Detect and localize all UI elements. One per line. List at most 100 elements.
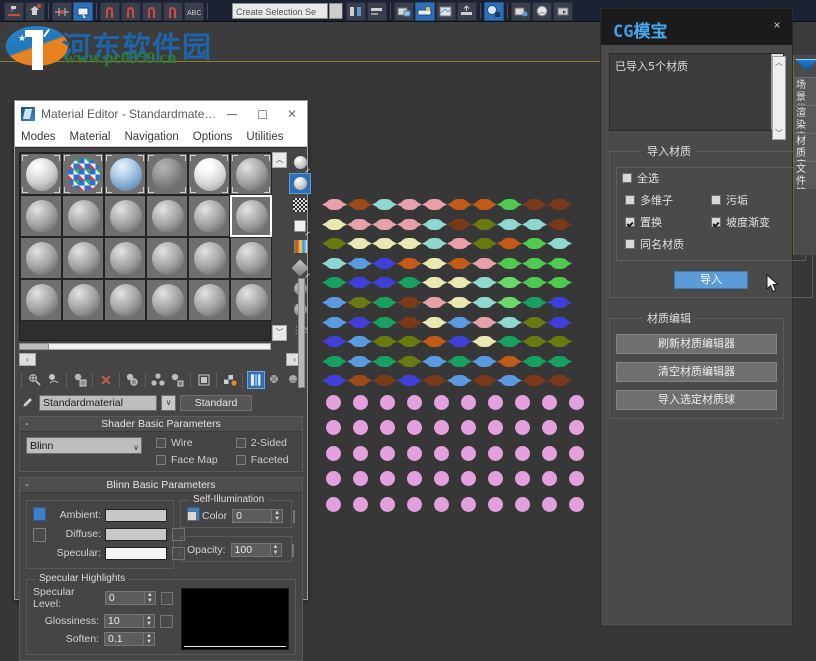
viewport-sphere-object[interactable] <box>515 396 532 409</box>
viewport-spiky-object[interactable] <box>401 276 418 289</box>
command-panel-scrollbar[interactable]: ︿ ﹀ <box>772 56 786 140</box>
sample-slot[interactable] <box>20 279 62 321</box>
viewport-spiky-object[interactable] <box>451 335 468 348</box>
viewport-sphere-object[interactable] <box>353 396 370 409</box>
viewport-spiky-object[interactable] <box>526 355 543 368</box>
viewport-spiky-object[interactable] <box>551 355 568 368</box>
checkbox-multi-sub-object[interactable]: 多维子 <box>625 192 711 208</box>
viewport-spiky-object[interactable] <box>376 374 393 387</box>
refresh-material-editor-button[interactable]: 刷新材质编辑器 <box>616 334 777 354</box>
sample-type-sphere-icon[interactable] <box>289 152 311 173</box>
material-type-button[interactable]: Standard <box>180 395 252 411</box>
collapse-icon[interactable]: - <box>20 479 34 491</box>
viewport-sphere-object[interactable] <box>434 498 451 511</box>
viewport-sphere-object[interactable] <box>461 396 478 409</box>
put-to-scene-icon[interactable] <box>45 371 62 389</box>
viewport-spiky-object[interactable] <box>526 316 543 329</box>
assign-to-selection-icon[interactable] <box>71 371 88 389</box>
viewport-sphere-object[interactable] <box>353 447 370 460</box>
viewport-spiky-object[interactable] <box>451 355 468 368</box>
menu-options[interactable]: Options <box>193 131 233 143</box>
soften-value[interactable]: 0.1 <box>104 632 144 646</box>
sample-slot-grid[interactable] <box>19 152 271 341</box>
viewport-sphere-object[interactable] <box>461 447 478 460</box>
viewport-spiky-object[interactable] <box>551 218 568 231</box>
spinner-arrows-icon[interactable]: ▲▼ <box>144 614 155 628</box>
viewport-spiky-object[interactable] <box>451 374 468 387</box>
viewport-sphere-object[interactable] <box>569 498 586 511</box>
opacity-spinner[interactable]: 100 ▲▼ <box>231 543 282 557</box>
viewport-spiky-object[interactable] <box>476 276 493 289</box>
panel-button-scene-optimize[interactable]: 场景优化 <box>794 77 816 105</box>
viewport-sphere-object[interactable] <box>461 498 478 511</box>
viewport-spiky-object[interactable] <box>401 374 418 387</box>
viewport-sphere-object[interactable] <box>434 396 451 409</box>
viewport-spiky-object[interactable] <box>376 218 393 231</box>
viewport-sphere-object[interactable] <box>569 447 586 460</box>
chevron-down-icon[interactable]: ∨ <box>161 395 176 411</box>
viewport-spiky-object[interactable] <box>501 218 518 231</box>
viewport-spiky-object[interactable] <box>376 355 393 368</box>
viewport-spiky-object[interactable] <box>401 296 418 309</box>
viewport-spiky-object[interactable] <box>476 296 493 309</box>
viewport-sphere-object[interactable] <box>542 472 559 485</box>
viewport-sphere-object[interactable] <box>434 472 451 485</box>
viewport-spiky-object[interactable] <box>476 257 493 270</box>
viewport-sphere-object[interactable] <box>542 421 559 434</box>
put-to-library-icon[interactable] <box>169 371 186 389</box>
sample-slot[interactable] <box>188 279 230 321</box>
viewport-sphere-object[interactable] <box>353 421 370 434</box>
viewport-spiky-object[interactable] <box>351 296 368 309</box>
viewport-spiky-object[interactable] <box>451 316 468 329</box>
viewport-sphere-object[interactable] <box>488 498 505 511</box>
show-map-in-viewport-icon[interactable] <box>221 371 238 389</box>
self-illum-map-button[interactable] <box>293 510 295 523</box>
viewport-sphere-object[interactable] <box>326 421 343 434</box>
viewport-spiky-object[interactable] <box>401 218 418 231</box>
viewport-spiky-object[interactable] <box>501 316 518 329</box>
viewport-spiky-object[interactable] <box>551 296 568 309</box>
toolbar-edit-named-selection-icon[interactable]: ABC <box>184 2 204 21</box>
viewport-sphere-object[interactable] <box>569 472 586 485</box>
viewport-sphere-object[interactable] <box>380 498 397 511</box>
viewport-spiky-object[interactable] <box>551 335 568 348</box>
toolbar-spinner-snap-icon[interactable] <box>163 2 183 21</box>
viewport-spiky-object[interactable] <box>326 257 343 270</box>
viewport-sphere-object[interactable] <box>515 472 532 485</box>
named-selection-set-field[interactable]: Create Selection Se <box>232 3 328 19</box>
viewport-spiky-object[interactable] <box>326 198 343 211</box>
viewport-spiky-object[interactable] <box>451 296 468 309</box>
viewport-spiky-object[interactable] <box>376 335 393 348</box>
viewport-sphere-object[interactable] <box>488 472 505 485</box>
viewport-spiky-object[interactable] <box>501 374 518 387</box>
checkbox-wire[interactable]: Wire <box>156 437 218 449</box>
checkbox-same-name-material[interactable]: 同名材质 <box>625 236 711 252</box>
viewport-spiky-object[interactable] <box>501 355 518 368</box>
viewport-sphere-object[interactable] <box>380 472 397 485</box>
toolbar-percent-snap-icon[interactable] <box>142 2 162 21</box>
viewport-sphere-object[interactable] <box>407 396 424 409</box>
toolbar-angle-snap-icon[interactable] <box>121 2 141 21</box>
plugin-gem-icon[interactable] <box>794 55 816 77</box>
viewport-sphere-object[interactable] <box>488 421 505 434</box>
viewport-spiky-object[interactable] <box>351 276 368 289</box>
viewport-spiky-object[interactable] <box>326 374 343 387</box>
viewport-sphere-object[interactable] <box>326 447 343 460</box>
sample-slot[interactable] <box>20 153 62 195</box>
viewport-spiky-object[interactable] <box>376 237 393 250</box>
viewport-spiky-object[interactable] <box>551 374 568 387</box>
spinner-arrows-icon[interactable]: ▲▼ <box>272 509 283 523</box>
sample-uv-tiling-icon[interactable] <box>289 215 311 236</box>
viewport-spiky-object[interactable] <box>501 276 518 289</box>
scroll-up-arrow[interactable]: ︿ <box>773 57 785 68</box>
hscroll-track[interactable] <box>49 343 271 350</box>
toolbar-render-production-icon[interactable] <box>553 2 573 21</box>
viewport-spiky-object[interactable] <box>426 355 443 368</box>
sample-slot[interactable] <box>104 153 146 195</box>
sample-slot[interactable] <box>62 153 104 195</box>
material-name-field[interactable]: Standardmaterial <box>39 395 157 411</box>
sample-slot[interactable] <box>146 237 188 279</box>
viewport-spiky-object[interactable] <box>526 198 543 211</box>
sample-slot[interactable] <box>188 237 230 279</box>
nav-prev-button[interactable]: ‹ <box>19 353 36 366</box>
